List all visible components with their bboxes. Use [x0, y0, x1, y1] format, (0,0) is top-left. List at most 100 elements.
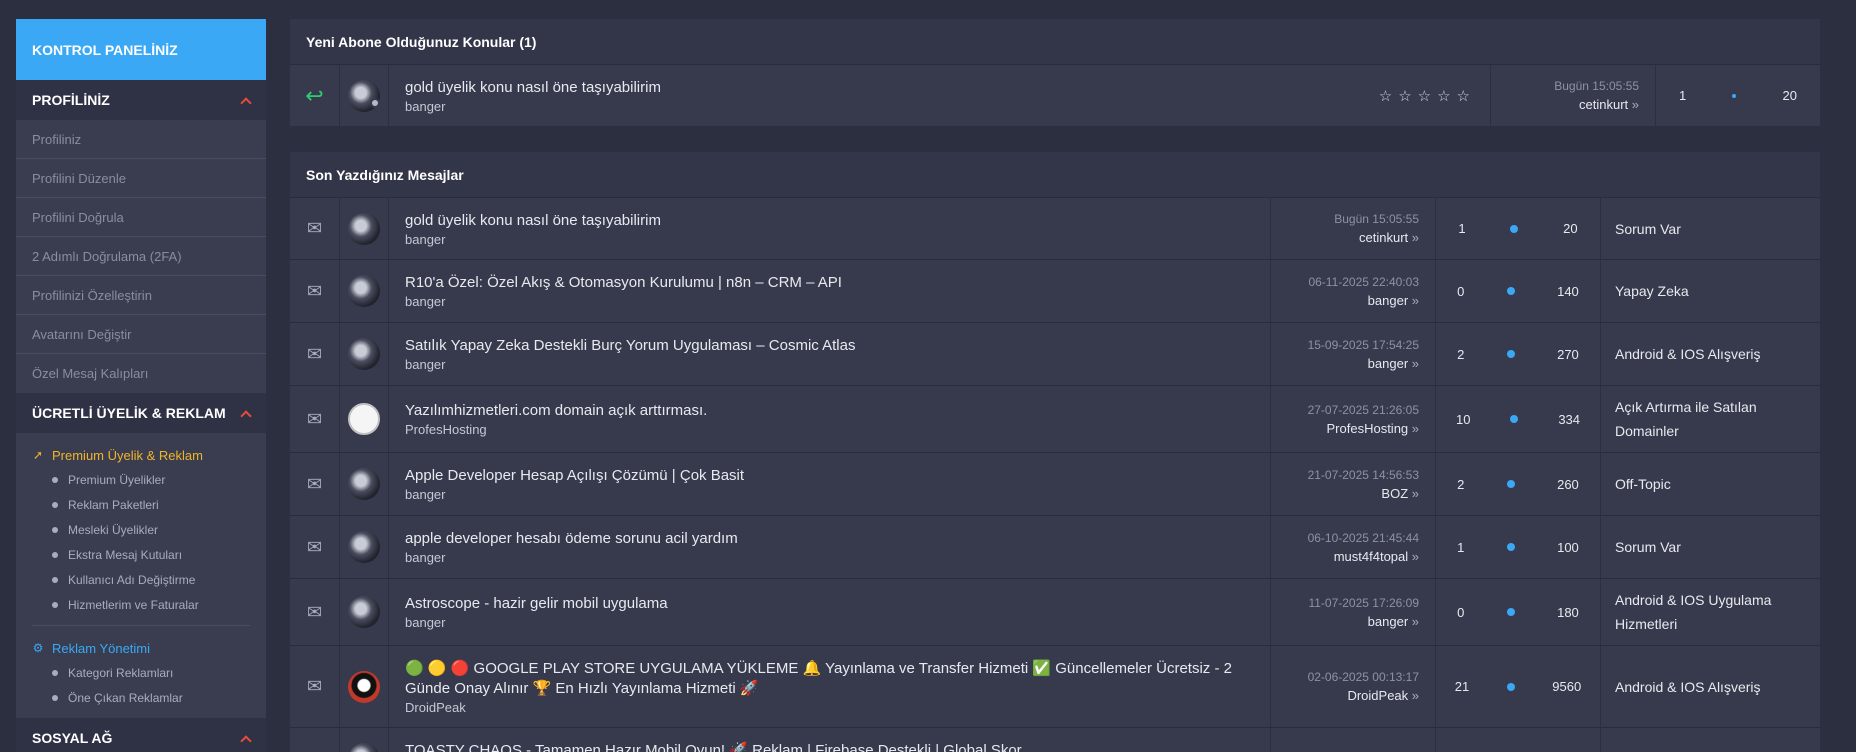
table-row[interactable]: ✉ 🟢 🟡 🔴 GOOGLE PLAY STORE UYGULAMA YÜKLEM…	[290, 645, 1820, 727]
avatar[interactable]	[340, 646, 389, 727]
table-row[interactable]: ✉ Yazılımhizmetleri.com domain açık arttı…	[290, 385, 1820, 452]
chevron-up-icon[interactable]	[240, 96, 252, 109]
user-avatar	[348, 670, 380, 703]
last-post-user[interactable]: DroidPeak	[1347, 688, 1419, 703]
gears-icon: ⚙	[32, 641, 44, 655]
sidebar-item-professional-memberships[interactable]: Mesleki Üyelikler	[32, 517, 250, 542]
table-row[interactable]: ✉ TOASTY CHAOS - Tamamen Hazır Mobil Oyun…	[290, 727, 1820, 752]
table-row[interactable]: ✉ R10'a Özel: Özel Akış & Otomasyon Kurul…	[290, 259, 1820, 322]
table-row[interactable]: ✉ gold üyelik konu nasıl öne taşıyabiliri…	[290, 197, 1820, 259]
ads-menu: ⚙ Reklam Yönetimi Kategori Reklamları Ön…	[16, 626, 266, 718]
avatar[interactable]	[340, 386, 389, 452]
avatar[interactable]	[340, 579, 389, 645]
reply-icon: ↩	[290, 65, 340, 126]
sidebar-item-2fa[interactable]: 2 Adımlı Doğrulama (2FA)	[16, 237, 266, 276]
view-count: 270	[1557, 346, 1579, 362]
topic-author[interactable]: banger	[405, 294, 1254, 309]
avatar[interactable]	[340, 323, 389, 385]
star-icon[interactable]: ☆	[1398, 87, 1411, 105]
last-post-user[interactable]: ProfesHosting	[1327, 421, 1420, 436]
sidebar-item-premium-memberships[interactable]: Premium Üyelikler	[32, 467, 250, 492]
rating-stars[interactable]: ☆ ☆ ☆ ☆ ☆	[1360, 65, 1490, 126]
topic-author[interactable]: banger	[405, 487, 1254, 502]
table-row[interactable]: ✉ Astroscope - hazir gelir mobil uygulama…	[290, 578, 1820, 645]
category-cell[interactable]: Açık Artırma ile Satılan Domainler	[1600, 386, 1820, 452]
last-post-user[interactable]: BOZ	[1381, 486, 1419, 501]
sidebar-section-profile[interactable]: PROFİLİNİZ	[16, 80, 266, 120]
ads-label: Reklam Yönetimi	[52, 640, 151, 656]
category-cell[interactable]: Sorum Var	[1600, 516, 1820, 578]
star-icon[interactable]: ☆	[1457, 87, 1470, 105]
category-cell[interactable]: Yapay Zeka	[1600, 260, 1820, 322]
last-post-user[interactable]: must4f4topal	[1334, 549, 1419, 564]
topic-author[interactable]: banger	[405, 550, 1254, 565]
last-post-date: Bugün 15:05:55	[1554, 79, 1639, 93]
avatar[interactable]	[340, 516, 389, 578]
star-icon[interactable]: ☆	[1418, 87, 1431, 105]
category-cell[interactable]: Sorum Var	[1600, 198, 1820, 259]
topic-author[interactable]: banger	[405, 99, 1344, 114]
topic-author[interactable]: ProfesHosting	[405, 422, 1254, 437]
table-row[interactable]: ✉ Satılık Yapay Zeka Destekli Burç Yorum …	[290, 322, 1820, 385]
avatar[interactable]	[340, 65, 389, 126]
topic-title[interactable]: TOASTY CHAOS - Tamamen Hazır Mobil Oyun!…	[405, 741, 1254, 752]
topic-title[interactable]: Satılık Yapay Zeka Destekli Burç Yorum U…	[405, 336, 1254, 356]
avatar[interactable]	[340, 728, 389, 752]
topic-title[interactable]: Apple Developer Hesap Açılışı Çözümü | Ç…	[405, 466, 1254, 486]
sidebar-item-featured-ads[interactable]: Öne Çıkan Reklamlar	[32, 685, 250, 710]
last-post-user[interactable]: banger	[1368, 356, 1419, 371]
avatar[interactable]	[340, 260, 389, 322]
table-row[interactable]: ✉ apple developer hesabı ödeme sorunu aci…	[290, 515, 1820, 578]
sidebar-item-change-avatar[interactable]: Avatarını Değiştir	[16, 315, 266, 354]
sidebar-item-profile[interactable]: Profiliniz	[16, 120, 266, 159]
section-label: PROFİLİNİZ	[32, 92, 110, 108]
topic-title[interactable]: gold üyelik konu nasıl öne taşıyabilirim	[405, 211, 1254, 231]
sidebar-section-social[interactable]: SOSYAL AĞ	[16, 718, 266, 752]
last-post-user[interactable]: banger	[1368, 293, 1419, 308]
sidebar-item-username-change[interactable]: Kullanıcı Adı Değiştirme	[32, 567, 250, 592]
topic-author[interactable]: banger	[405, 615, 1254, 630]
topic-title[interactable]: Yazılımhizmetleri.com domain açık arttır…	[405, 401, 1254, 421]
panel-title: Son Yazdığınız Mesajlar	[306, 166, 464, 183]
premium-title[interactable]: ➚ Premium Üyelik & Reklam	[32, 443, 250, 467]
star-icon[interactable]: ☆	[1437, 87, 1450, 105]
category-cell[interactable]	[1600, 728, 1820, 752]
sidebar-item-customize-profile[interactable]: Profilinizi Özelleştirin	[16, 276, 266, 315]
sidebar-section-paid[interactable]: ÜCRETLİ ÜYELİK & REKLAM	[16, 393, 266, 433]
last-post-user[interactable]: cetinkurt	[1579, 97, 1639, 112]
topic-title[interactable]: Astroscope - hazir gelir mobil uygulama	[405, 594, 1254, 614]
last-post-cell: 15-09-2025 17:54:25 banger	[1270, 323, 1435, 385]
table-row[interactable]: ✉ Apple Developer Hesap Açılışı Çözümü | …	[290, 452, 1820, 515]
category-cell[interactable]: Android & IOS Alışveriş	[1600, 323, 1820, 385]
topic-author[interactable]: DroidPeak	[405, 700, 1254, 715]
topic-title[interactable]: gold üyelik konu nasıl öne taşıyabilirim	[405, 78, 1344, 98]
sidebar-item-verify-profile[interactable]: Profilini Doğrula	[16, 198, 266, 237]
envelope-icon: ✉	[290, 198, 340, 259]
last-post-user[interactable]: banger	[1368, 614, 1419, 629]
chevron-up-icon[interactable]	[240, 734, 252, 747]
topic-cell: gold üyelik konu nasıl öne taşıyabilirim…	[389, 65, 1360, 126]
avatar[interactable]	[340, 198, 389, 259]
chevron-up-icon[interactable]	[240, 409, 252, 422]
last-post-user[interactable]: cetinkurt	[1359, 230, 1419, 245]
sidebar-item-services-invoices[interactable]: Hizmetlerim ve Faturalar	[32, 592, 250, 617]
sidebar-item-message-templates[interactable]: Özel Mesaj Kalıpları	[16, 354, 266, 393]
sidebar-item-extra-message-boxes[interactable]: Ekstra Mesaj Kutuları	[32, 542, 250, 567]
sidebar-item-category-ads[interactable]: Kategori Reklamları	[32, 660, 250, 685]
last-post-date: 15-09-2025 17:54:25	[1307, 337, 1419, 352]
recent-messages-panel: Son Yazdığınız Mesajlar ✉ gold üyelik kon…	[290, 152, 1820, 752]
topic-title[interactable]: R10'a Özel: Özel Akış & Otomasyon Kurulu…	[405, 273, 1254, 293]
topic-title[interactable]: apple developer hesabı ödeme sorunu acil…	[405, 529, 1254, 549]
table-row[interactable]: ↩ gold üyelik konu nasıl öne taşıyabilir…	[290, 64, 1820, 126]
sidebar-item-edit-profile[interactable]: Profilini Düzenle	[16, 159, 266, 198]
topic-author[interactable]: banger	[405, 232, 1254, 247]
ads-title[interactable]: ⚙ Reklam Yönetimi	[32, 636, 250, 660]
category-cell[interactable]: Android & IOS Alışveriş	[1600, 646, 1820, 727]
category-cell[interactable]: Off-Topic	[1600, 453, 1820, 515]
category-cell[interactable]: Android & IOS Uygulama Hizmetleri	[1600, 579, 1820, 645]
sidebar-item-ad-packages[interactable]: Reklam Paketleri	[32, 492, 250, 517]
avatar[interactable]	[340, 453, 389, 515]
star-icon[interactable]: ☆	[1379, 87, 1392, 105]
topic-title[interactable]: 🟢 🟡 🔴 GOOGLE PLAY STORE UYGULAMA YÜKLEME…	[405, 659, 1254, 699]
topic-author[interactable]: banger	[405, 357, 1254, 372]
